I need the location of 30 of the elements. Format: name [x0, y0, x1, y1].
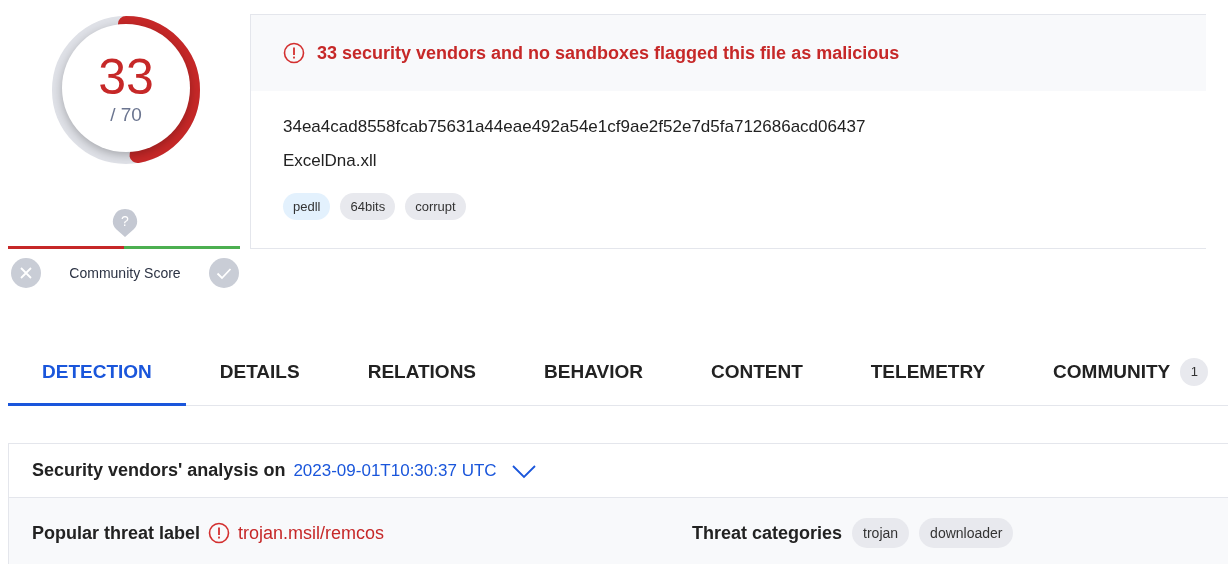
- category-tag[interactable]: downloader: [919, 518, 1014, 548]
- detection-count: 33: [98, 50, 154, 104]
- file-hash: 34ea4cad8558fcab75631a44eae492a54e1cf9ae2f52e7d5fa712686acd06437: [283, 117, 866, 136]
- file-tag[interactable]: pedll: [283, 193, 331, 220]
- tab[interactable]: COMMUNITY 1: [1019, 340, 1228, 406]
- community-score-label: Community Score: [69, 265, 181, 281]
- alert-message: 33 security vendors and no sandboxes flagged this file as malicious: [317, 42, 900, 64]
- chevron-down-icon[interactable]: [510, 462, 537, 479]
- popular-threat-label: Popular threat label: [32, 522, 201, 544]
- threat-categories-label: Threat categories: [692, 522, 843, 544]
- tab[interactable]: DETECTION: [8, 340, 186, 406]
- vendor-total: / 70: [110, 104, 142, 126]
- count-badge: 1: [1180, 357, 1209, 386]
- tab[interactable]: RELATIONS: [333, 340, 511, 406]
- tab[interactable]: DETAILS: [185, 340, 334, 406]
- tab[interactable]: TELEMETRY: [836, 340, 1020, 406]
- category-tag[interactable]: trojan: [852, 518, 910, 548]
- question-marker-icon: ?: [112, 208, 138, 238]
- file-name: ExcelDna.xll: [283, 151, 377, 170]
- threat-name: trojan.msil/remcos: [238, 522, 385, 544]
- analysis-heading: Security vendors' analysis on: [32, 460, 286, 481]
- alert-icon: [208, 522, 231, 544]
- analysis-date[interactable]: 2023-09-01T10:30:37 UTC: [293, 460, 497, 481]
- check-icon[interactable]: [209, 258, 239, 288]
- tab[interactable]: CONTENT: [676, 340, 837, 406]
- file-tag[interactable]: 64bits: [340, 193, 396, 220]
- tab[interactable]: BEHAVIOR: [510, 340, 677, 406]
- close-icon[interactable]: [11, 258, 41, 288]
- file-tag[interactable]: corrupt: [405, 193, 466, 220]
- alert-icon: [283, 42, 305, 64]
